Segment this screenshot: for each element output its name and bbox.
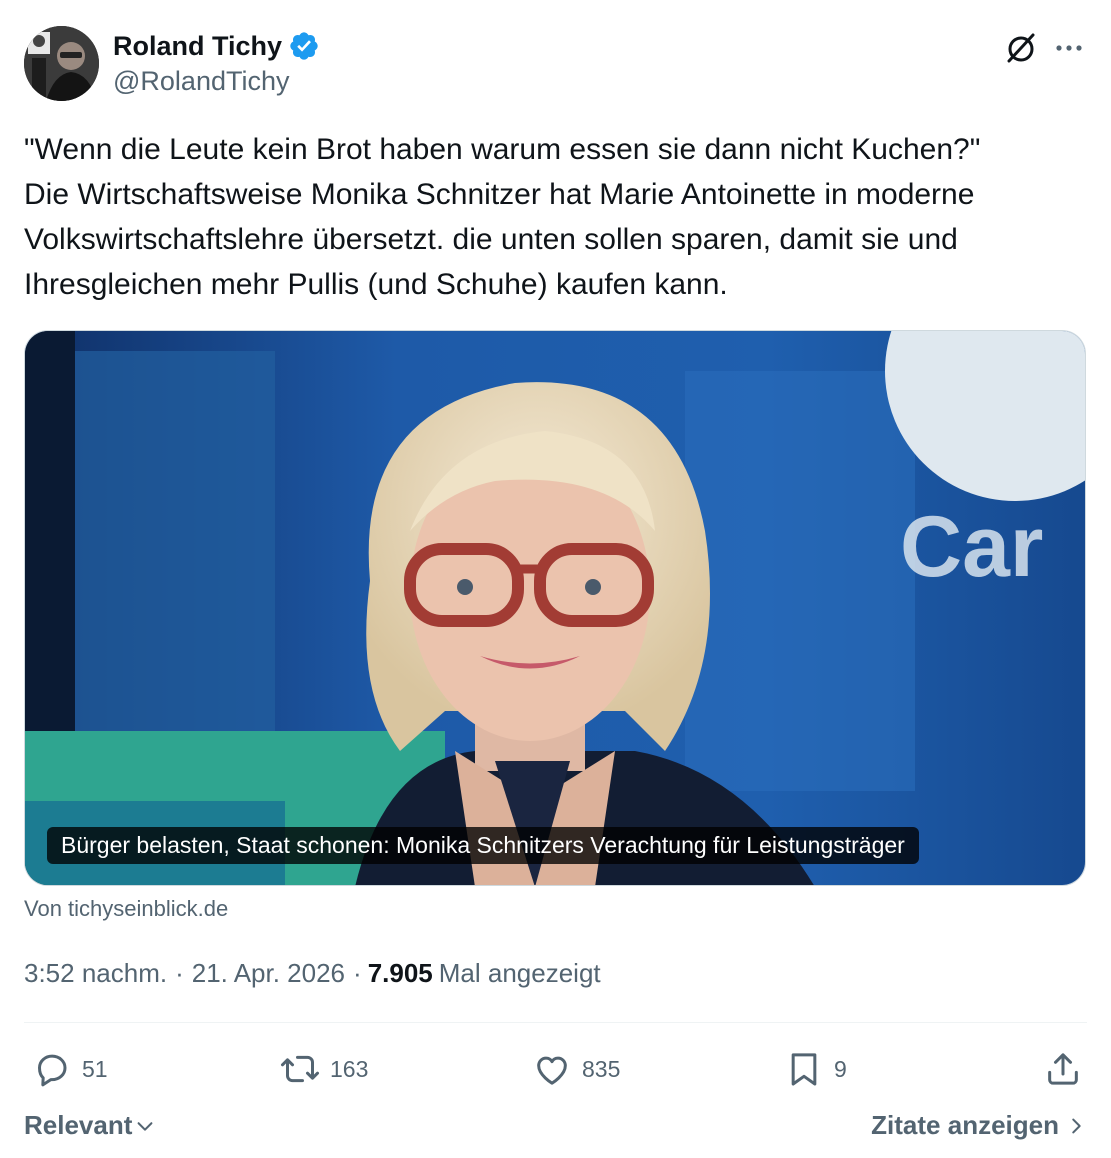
sort-label: Relevant <box>24 1110 133 1140</box>
tweet-date[interactable]: 21. Apr. 2026 <box>192 958 345 989</box>
grok-icon[interactable] <box>1003 30 1039 66</box>
action-bar: 51 163 835 9 <box>24 1044 1087 1094</box>
view-count[interactable]: 7.905 <box>368 958 433 989</box>
quotes-label: Zitate anzeigen <box>871 1110 1059 1140</box>
reply-button[interactable]: 51 <box>32 1044 108 1094</box>
card-caption[interactable]: Bürger belasten, Staat schonen: Monika S… <box>47 827 919 864</box>
tweet-time[interactable]: 3:52 nachm. <box>24 958 167 989</box>
card-image[interactable]: Car <box>25 331 1086 886</box>
more-icon[interactable] <box>1051 30 1087 66</box>
sort-dropdown[interactable]: Relevant <box>24 1110 156 1141</box>
avatar[interactable] <box>24 26 99 101</box>
repost-count: 163 <box>330 1055 369 1082</box>
handle[interactable]: @RolandTichy <box>113 66 320 97</box>
share-icon <box>1048 1053 1078 1085</box>
bookmark-button[interactable]: 9 <box>784 1044 847 1094</box>
reply-filter-bar: Relevant Zitate anzeigen <box>24 1110 1087 1150</box>
bookmark-count: 9 <box>834 1055 847 1082</box>
chevron-right-icon <box>1072 1118 1081 1133</box>
like-button[interactable]: 835 <box>532 1044 620 1094</box>
repost-icon <box>281 1055 319 1083</box>
like-icon <box>537 1056 567 1085</box>
meta-separator: · <box>353 958 362 988</box>
card-source[interactable]: Von tichyseinblick.de <box>24 896 228 922</box>
tweet-meta: 3:52 nachm. · 21. Apr. 2026 · 7.905 Mal … <box>24 958 601 989</box>
meta-separator: · <box>175 958 184 988</box>
verified-badge-icon[interactable] <box>288 30 320 62</box>
link-card[interactable]: Car Bürger belasten, Staat schonen: Moni… <box>24 330 1086 886</box>
reply-icon <box>38 1054 67 1087</box>
tweet-text: "Wenn die Leute kein Brot haben warum es… <box>24 133 981 301</box>
view-quotes-link[interactable]: Zitate anzeigen <box>871 1110 1087 1141</box>
background-watermark: Car <box>900 499 1043 595</box>
divider <box>24 1022 1087 1023</box>
bookmark-icon <box>791 1053 817 1086</box>
display-name[interactable]: Roland Tichy <box>113 31 282 62</box>
chevron-down-icon <box>137 1121 153 1131</box>
view-count-label: Mal angezeigt <box>438 958 601 988</box>
like-count: 835 <box>582 1055 621 1082</box>
share-button[interactable] <box>1043 1044 1083 1094</box>
reply-count: 51 <box>82 1055 108 1082</box>
tweet-header: Roland Tichy @RolandTichy <box>24 26 1087 102</box>
repost-button[interactable]: 163 <box>280 1044 368 1094</box>
